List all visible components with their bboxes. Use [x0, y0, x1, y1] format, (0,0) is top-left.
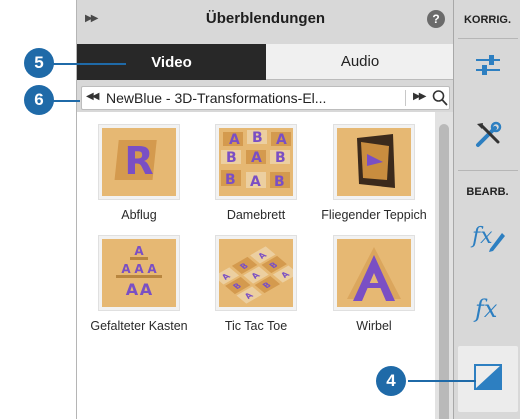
callout-4: 4: [376, 366, 406, 396]
svg-text:A: A: [276, 132, 287, 148]
damebrett-thumbnail: A B A B A B B A B: [216, 125, 296, 199]
right-toolbar: KORRIG. BEARB. fx fx: [453, 0, 520, 419]
bearb-label: BEARB.: [466, 186, 509, 198]
svg-text:A: A: [134, 244, 144, 258]
abflug-thumbnail: R: [99, 125, 179, 199]
transition-label: Fliegender Teppich: [321, 208, 427, 222]
callout-6: 6: [24, 85, 54, 115]
next-category-icon[interactable]: ▶▶: [413, 91, 426, 102]
divider: [405, 90, 406, 106]
tools-icon: [473, 120, 503, 155]
korrig-label: KORRIG.: [463, 14, 512, 26]
screenshot: ▶▶ Überblendungen ? Video Audio ◀◀ NewBl…: [0, 0, 520, 419]
adjustments-sliders-icon: [474, 53, 502, 82]
transition-label: Tic Tac Toe: [224, 319, 288, 333]
transitions-icon: [473, 363, 503, 396]
help-icon[interactable]: ?: [427, 10, 445, 28]
callout-line: [408, 380, 476, 382]
svg-text:A: A: [250, 174, 261, 190]
svg-text:A: A: [140, 280, 153, 299]
svg-text:B: B: [226, 150, 237, 166]
effects-button[interactable]: fx: [461, 286, 515, 334]
transition-item-tic-tac-toe[interactable]: ABA BAB ABA Tic Tac Toe: [196, 236, 316, 333]
callout-line: [44, 63, 126, 65]
effects-icon: fx: [471, 293, 505, 328]
scrollbar-thumb[interactable]: [439, 124, 449, 419]
svg-text:B: B: [252, 130, 263, 146]
svg-text:fx: fx: [470, 224, 493, 249]
svg-text:R: R: [124, 139, 153, 183]
tab-video[interactable]: Video: [77, 44, 266, 80]
transition-item-gefalteter-kasten[interactable]: A A A A A A Gefalteter Kasten: [79, 236, 199, 333]
callout-5: 5: [24, 48, 54, 78]
transition-item-abflug[interactable]: R Abflug: [79, 125, 199, 222]
svg-text:B: B: [274, 174, 285, 190]
category-selector: ◀◀ NewBlue - 3D-Transformations-El... ▶▶: [81, 86, 450, 110]
tools-button[interactable]: [461, 113, 515, 161]
svg-text:A: A: [251, 150, 262, 166]
divider: [458, 38, 518, 39]
transition-item-wirbel[interactable]: Wirbel: [314, 236, 434, 333]
adjustments-button[interactable]: [461, 43, 515, 91]
transition-label: Gefalteter Kasten: [90, 319, 188, 333]
divider: [458, 170, 518, 171]
transition-label: Wirbel: [356, 319, 392, 333]
applied-effects-button[interactable]: fx: [461, 214, 515, 262]
search-icon[interactable]: [430, 87, 450, 109]
transition-item-fliegender-teppich[interactable]: Fliegender Teppich: [314, 125, 434, 222]
svg-text:A: A: [147, 262, 157, 276]
wirbel-thumbnail: [334, 236, 414, 310]
fliegender-teppich-thumbnail: [334, 125, 414, 199]
tic-tac-toe-thumbnail: ABA BAB ABA: [216, 236, 296, 310]
transition-label: Abflug: [121, 208, 157, 222]
applied-effects-icon: fx: [470, 219, 506, 258]
transitions-panel: ▶▶ Überblendungen ? Video Audio ◀◀ NewBl…: [76, 0, 454, 419]
panel-title: Überblendungen: [205, 10, 326, 27]
transitions-button[interactable]: [458, 346, 518, 412]
gefalteter-kasten-thumbnail: A A A A A A: [99, 236, 179, 310]
transition-label: Damebrett: [226, 208, 286, 222]
vertical-scrollbar[interactable]: [435, 112, 454, 419]
tab-audio[interactable]: Audio: [266, 44, 454, 80]
svg-text:A: A: [229, 132, 240, 148]
panel-header: ▶▶ Überblendungen ?: [77, 0, 454, 40]
svg-text:B: B: [275, 150, 286, 166]
previous-category-icon[interactable]: ◀◀: [86, 91, 99, 102]
svg-text:A: A: [134, 262, 144, 276]
svg-text:A: A: [121, 262, 131, 276]
svg-text:A: A: [126, 280, 139, 299]
svg-text:B: B: [225, 172, 236, 188]
category-dropdown[interactable]: NewBlue - 3D-Transformations-El...: [106, 90, 326, 106]
svg-text:fx: fx: [473, 295, 498, 323]
transition-item-damebrett[interactable]: A B A B A B B A B Damebrett: [196, 125, 316, 222]
